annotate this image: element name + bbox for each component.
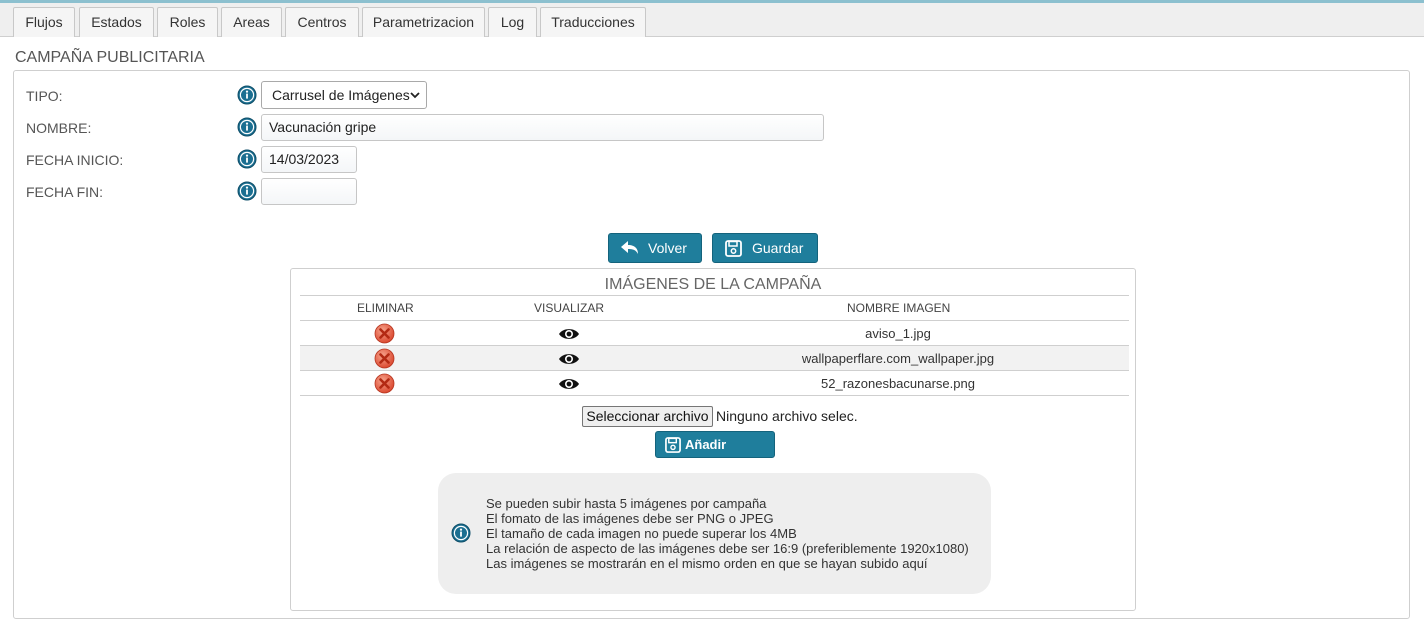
floppy-disk-icon — [725, 240, 742, 257]
nombre-input[interactable]: Vacunación gripe — [261, 114, 824, 141]
tab-flujos[interactable]: Flujos — [13, 7, 75, 37]
table-row: wallpaperflare.com_wallpaper.jpg — [300, 346, 1129, 371]
tipo-select-value: Carrusel de Imágenes — [272, 87, 410, 103]
delete-x-icon[interactable] — [374, 323, 395, 344]
delete-x-icon[interactable] — [374, 348, 395, 369]
note-line: El tamaño de cada imagen no puede supera… — [486, 526, 797, 541]
tab-traducciones[interactable]: Traducciones — [540, 7, 646, 37]
tipo-select[interactable]: Carrusel de Imágenes — [261, 81, 427, 109]
nombre-label: NOMBRE: — [26, 120, 92, 136]
tab-roles[interactable]: Roles — [157, 7, 218, 37]
volver-button[interactable]: Volver — [608, 233, 702, 263]
images-panel-title: IMÁGENES DE LA CAMPAÑA — [604, 276, 822, 293]
info-circle-icon — [451, 523, 471, 543]
fecha-fin-input[interactable] — [261, 178, 357, 205]
info-circle-icon[interactable] — [237, 149, 257, 169]
chevron-down-icon — [410, 92, 420, 99]
note-line: El fomato de las imágenes debe ser PNG o… — [486, 511, 774, 526]
delete-x-icon[interactable] — [374, 373, 395, 394]
fecha-inicio-label: FECHA INICIO: — [26, 152, 124, 168]
tipo-label: TIPO: — [26, 88, 63, 104]
add-image-button[interactable]: Añadir imagen — [655, 431, 775, 477]
col-eliminar-header: ELIMINAR — [357, 301, 414, 315]
tab-centros[interactable]: Centros — [285, 7, 359, 37]
tab-bar: Flujos Estados Roles Areas Centros Param… — [0, 3, 1424, 37]
tab-areas[interactable]: Areas — [221, 7, 282, 37]
tab-parametrizacion[interactable]: Parametrizacion — [362, 7, 485, 37]
eye-icon[interactable] — [558, 327, 580, 341]
image-filename: aviso_1.jpg — [865, 326, 931, 341]
select-file-button[interactable]: Seleccionar archivo — [582, 406, 713, 427]
note-line: Las imágenes se mostrarán en el mismo or… — [486, 556, 928, 571]
guardar-button[interactable]: Guardar — [712, 233, 818, 263]
divider — [300, 395, 1129, 396]
guardar-label: Guardar — [752, 240, 804, 256]
floppy-disk-icon — [665, 437, 681, 453]
tab-estados[interactable]: Estados — [79, 7, 154, 37]
tab-log[interactable]: Log — [488, 7, 537, 37]
eye-icon[interactable] — [558, 377, 580, 391]
eye-icon[interactable] — [558, 352, 580, 366]
fecha-inicio-input[interactable]: 14/03/2023 — [261, 146, 357, 173]
note-line: Se pueden subir hasta 5 imágenes por cam… — [486, 496, 767, 511]
note-line: La relación de aspecto de las imágenes d… — [486, 541, 969, 556]
file-status-text: Ninguno archivo selec. — [716, 408, 858, 424]
divider — [300, 295, 1129, 296]
image-filename: 52_razonesbacunarse.png — [821, 376, 975, 391]
table-row: 52_razonesbacunarse.png — [300, 371, 1129, 396]
fecha-fin-label: FECHA FIN: — [26, 184, 104, 200]
col-nombre-header: NOMBRE IMAGEN — [847, 301, 951, 315]
volver-label: Volver — [648, 240, 687, 256]
info-circle-icon[interactable] — [237, 117, 257, 137]
back-arrow-icon — [621, 241, 638, 254]
col-visualizar-header: VISUALIZAR — [534, 301, 605, 315]
info-circle-icon[interactable] — [237, 181, 257, 201]
info-circle-icon[interactable] — [237, 85, 257, 105]
page-title: CAMPAÑA PUBLICITARIA — [15, 49, 205, 66]
image-filename: wallpaperflare.com_wallpaper.jpg — [801, 351, 995, 366]
table-row: aviso_1.jpg — [300, 321, 1129, 346]
